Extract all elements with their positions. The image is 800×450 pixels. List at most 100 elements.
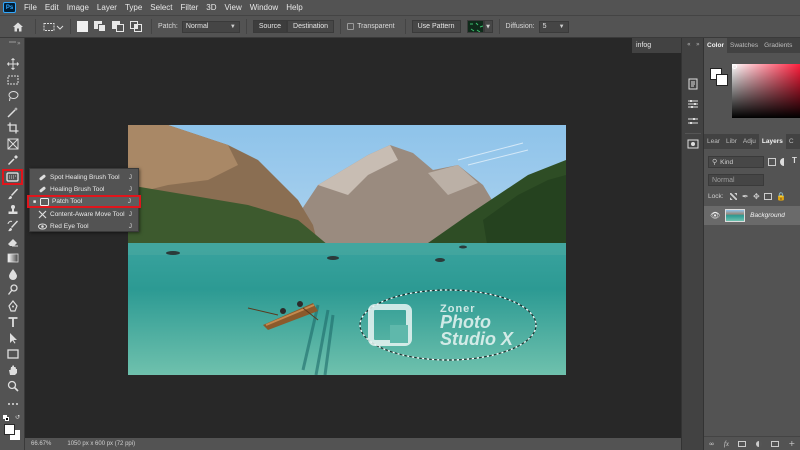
frame-tool-icon[interactable]	[3, 136, 22, 151]
color-background-swatch[interactable]	[716, 74, 728, 86]
hand-tool-icon[interactable]	[3, 362, 22, 377]
layer-filter-box[interactable]: ⚲ Kind	[708, 156, 764, 168]
menu-edit[interactable]: Edit	[41, 3, 63, 12]
source-button[interactable]: Source	[252, 20, 288, 33]
clone-stamp-tool-icon[interactable]	[3, 202, 22, 217]
healing-tools-flyout: Spot Healing Brush Tool J Healing Brush …	[27, 168, 141, 232]
menu-3d[interactable]: 3D	[202, 3, 220, 12]
blend-mode-select[interactable]: Normal	[708, 174, 764, 186]
menu-filter[interactable]: Filter	[177, 3, 203, 12]
filter-image-icon[interactable]	[768, 158, 776, 166]
tab-swatches[interactable]: Swatches	[727, 38, 761, 53]
menu-select[interactable]: Select	[146, 3, 176, 12]
adjustments-panel-icon[interactable]	[687, 116, 699, 130]
marquee-tool-icon[interactable]	[3, 72, 22, 87]
eyedropper-tool-icon[interactable]	[3, 152, 22, 167]
search-icon: ⚲	[712, 158, 718, 166]
history-panel-icon[interactable]	[687, 78, 699, 92]
toolbar-grip	[9, 41, 16, 43]
brush-tool-icon[interactable]	[3, 186, 22, 201]
eraser-tool-icon[interactable]	[3, 234, 22, 249]
lock-transparent-icon[interactable]	[730, 193, 737, 200]
shortcut-key: J	[127, 198, 131, 205]
layer-row[interactable]: 👁 Background	[704, 206, 800, 225]
lock-paint-icon[interactable]: ✒	[742, 192, 749, 201]
tab-channels[interactable]: C	[786, 134, 797, 149]
tab-learn[interactable]: Lear	[704, 134, 723, 149]
type-tool-icon[interactable]	[3, 314, 22, 329]
foreground-color-swatch[interactable]	[4, 424, 15, 435]
dock-expand-icon[interactable]: »	[696, 41, 700, 48]
dock-collapse-icon[interactable]: «	[687, 41, 691, 48]
flyout-item-spot-healing[interactable]: Spot Healing Brush Tool J	[30, 171, 138, 183]
zoom-level[interactable]: 66.67%	[31, 441, 51, 447]
toolbar-collapse-icon[interactable]: »	[17, 40, 21, 47]
lake-photo[interactable]: Zoner Photo Studio X	[128, 125, 566, 375]
flyout-item-patch-tool[interactable]: ■ Patch Tool J	[27, 195, 141, 208]
tab-color[interactable]: Color	[704, 38, 727, 53]
destination-button[interactable]: Destination	[287, 20, 335, 33]
menu-help[interactable]: Help	[282, 3, 306, 12]
menu-view[interactable]: View	[221, 3, 246, 12]
menu-file[interactable]: File	[20, 3, 41, 12]
pattern-dropdown-chevron-icon[interactable]: ▼	[483, 20, 493, 33]
menu-window[interactable]: Window	[246, 3, 282, 12]
filter-adjust-icon[interactable]	[780, 158, 788, 166]
layer-style-icon[interactable]: fx	[724, 440, 729, 448]
menu-image[interactable]: Image	[63, 3, 93, 12]
path-selection-tool-icon[interactable]	[3, 330, 22, 345]
rectangle-tool-icon[interactable]	[3, 346, 22, 361]
new-group-icon[interactable]	[771, 440, 780, 447]
pen-tool-icon[interactable]	[3, 298, 22, 313]
transparent-checkbox[interactable]	[347, 23, 355, 30]
color-picker-field[interactable]	[732, 64, 800, 118]
crop-tool-icon[interactable]	[3, 120, 22, 135]
magic-wand-tool-icon[interactable]	[3, 104, 22, 119]
default-colors-icon[interactable]	[3, 415, 9, 421]
blur-tool-icon[interactable]	[3, 266, 22, 281]
swap-colors-icon[interactable]: ↺	[15, 414, 20, 421]
history-brush-tool-icon[interactable]	[3, 218, 22, 233]
channels-panel-icon[interactable]	[687, 138, 699, 152]
patch-tool-icon[interactable]	[2, 169, 23, 185]
menu-type[interactable]: Type	[121, 3, 146, 12]
lock-all-icon[interactable]: 🔒	[776, 192, 786, 201]
menu-layer[interactable]: Layer	[93, 3, 121, 12]
new-selection-icon[interactable]	[77, 21, 88, 32]
visibility-eye-icon[interactable]: 👁	[710, 211, 720, 220]
document-info[interactable]: 1050 px x 600 px (72 ppi)	[67, 441, 135, 447]
lock-artboard-icon[interactable]	[764, 193, 772, 200]
tab-libraries[interactable]: Libr	[723, 134, 740, 149]
flyout-item-red-eye[interactable]: Red Eye Tool J	[30, 220, 138, 232]
move-tool-icon[interactable]	[3, 56, 22, 71]
more-tools-icon[interactable]	[3, 396, 22, 411]
pattern-swatch[interactable]	[466, 20, 484, 33]
gradient-tool-icon[interactable]	[3, 250, 22, 265]
dodge-tool-icon[interactable]	[3, 282, 22, 297]
flyout-item-content-aware-move[interactable]: Content-Aware Move Tool J	[30, 208, 138, 220]
tool-preset-picker[interactable]	[42, 21, 64, 33]
flyout-item-healing-brush[interactable]: Healing Brush Tool J	[30, 183, 138, 195]
document-tab[interactable]: infog	[632, 38, 681, 53]
color-panel-tabs: Color Swatches Gradients	[704, 38, 800, 53]
use-pattern-button[interactable]: Use Pattern	[411, 20, 461, 33]
home-icon[interactable]	[12, 21, 24, 33]
tab-gradients[interactable]: Gradients	[761, 38, 795, 53]
lock-move-icon[interactable]: ✥	[753, 192, 760, 201]
lasso-tool-icon[interactable]	[3, 88, 22, 103]
tab-layers[interactable]: Layers	[758, 134, 786, 149]
add-mask-icon[interactable]	[738, 440, 747, 447]
link-layers-icon[interactable]: ∞	[709, 440, 715, 448]
document-canvas[interactable]: Zoner Photo Studio X	[25, 38, 681, 438]
filter-type-icon[interactable]: T	[792, 156, 797, 165]
add-selection-icon[interactable]	[94, 21, 107, 32]
adjustment-layer-icon[interactable]	[755, 440, 762, 447]
zoom-tool-icon[interactable]	[3, 378, 22, 393]
tab-adjustments[interactable]: Adju	[740, 134, 759, 149]
patch-mode-select[interactable]: Normal ▼	[181, 20, 240, 33]
subtract-selection-icon[interactable]	[112, 21, 125, 32]
properties-panel-icon[interactable]	[687, 98, 699, 112]
intersect-selection-icon[interactable]	[130, 21, 143, 32]
diffusion-select[interactable]: 5 ▼	[538, 20, 569, 33]
new-layer-icon[interactable]: +	[789, 439, 796, 448]
